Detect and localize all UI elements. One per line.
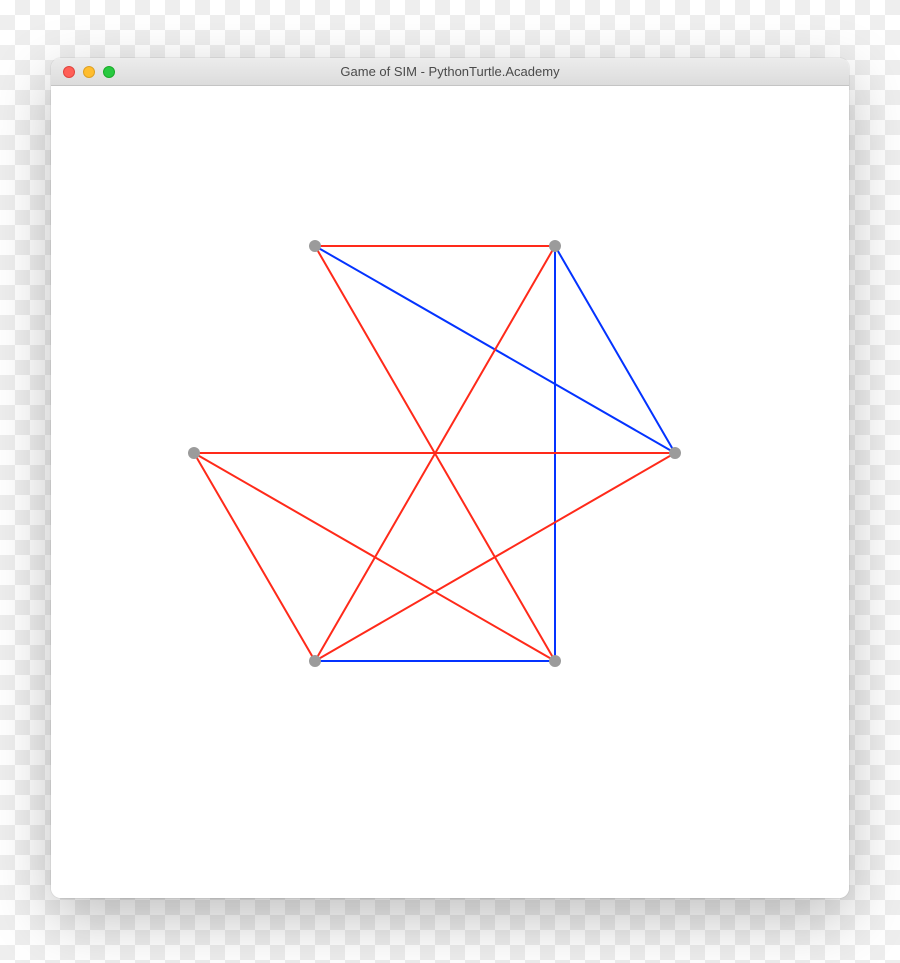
edge-4-5[interactable] [194,453,315,661]
app-window: Game of SIM - PythonTurtle.Academy [51,58,849,898]
vertex-0[interactable] [309,240,321,252]
game-svg [51,86,849,898]
game-canvas[interactable] [51,86,849,898]
window-title: Game of SIM - PythonTurtle.Academy [51,64,849,79]
edges-group [194,246,675,661]
vertex-3[interactable] [549,655,561,667]
maximize-button[interactable] [103,66,115,78]
edge-2-4[interactable] [315,453,675,661]
close-button[interactable] [63,66,75,78]
minimize-button[interactable] [83,66,95,78]
edge-1-2[interactable] [555,246,675,453]
vertex-1[interactable] [549,240,561,252]
vertex-2[interactable] [669,447,681,459]
vertex-5[interactable] [188,447,200,459]
window-controls [63,66,115,78]
edge-3-5[interactable] [194,453,555,661]
title-bar: Game of SIM - PythonTurtle.Academy [51,58,849,86]
vertex-4[interactable] [309,655,321,667]
